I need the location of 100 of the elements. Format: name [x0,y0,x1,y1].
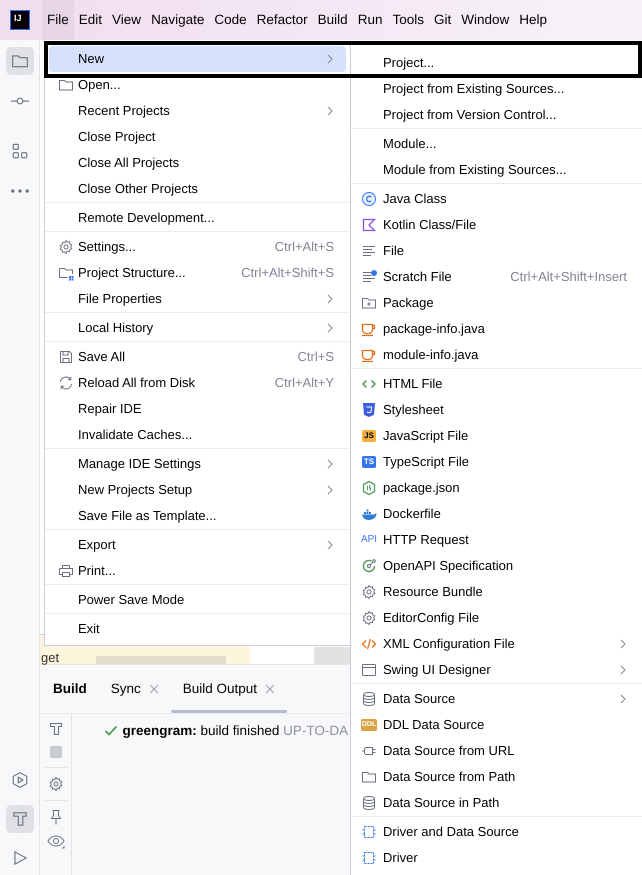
shortcut-text: Ctrl+Alt+Shift+S [240,264,334,282]
cup-icon [361,347,377,363]
menu-item[interactable]: File Properties [49,286,346,312]
menu-item[interactable]: Recent Projects [49,98,346,124]
gear-icon [361,584,377,600]
menu-item[interactable]: Project from Existing Sources... [355,76,639,102]
folder-icon [361,769,377,785]
check-icon [104,724,118,738]
package-folder-icon [361,295,377,311]
menu-bar-item[interactable]: Code [209,0,252,40]
menu-item[interactable]: HTML File [355,371,639,397]
close-icon[interactable] [265,684,276,694]
menu-item[interactable]: module-info.java [355,342,639,368]
app-logo[interactable]: IJ [11,11,29,29]
menu-item[interactable]: Project Structure... Ctrl+Alt+Shift+S [49,260,346,286]
printer-icon [58,563,74,579]
gear-icon[interactable] [48,776,64,792]
cup-icon [361,321,377,337]
eye-icon[interactable] [46,832,64,848]
file-type-label: TS [362,456,376,468]
menu-item[interactable]: File [355,238,639,264]
shortcut-text: Ctrl+Alt+Y [274,374,334,392]
menu-item[interactable]: Kotlin Class/File [355,212,639,238]
menu-item[interactable]: Dockerfile [355,501,639,527]
menu-item[interactable]: New [49,46,346,72]
database-icon [361,795,377,811]
tab[interactable]: Build Output [170,665,288,713]
text-lines-icon [361,269,377,285]
hammer-icon[interactable] [48,720,64,736]
menu-item[interactable]: Close Project [49,124,346,150]
menu-bar-item[interactable]: Run [352,0,388,40]
menu-bar-item[interactable]: Tools [387,0,429,40]
menu-bar-item[interactable]: View [107,0,146,40]
menu-item[interactable]: Data Source in Path [355,790,639,816]
menu-item[interactable]: Local History [49,315,346,341]
scrollbar-thumb[interactable] [96,656,226,664]
menu-item[interactable]: OpenAPI Specification [355,553,639,579]
menu-item[interactable]: Project from Version Control... [355,102,639,128]
code-tag-icon [361,636,377,652]
menu-item[interactable]: EditorConfig File [355,605,639,631]
menu-item[interactable]: Project... [355,50,639,76]
shortcut-text: Ctrl+Alt+S [274,238,334,256]
structure-icon [10,142,28,160]
text-lines-icon [361,243,377,259]
menu-item[interactable]: Data Source [355,686,639,712]
menu-item[interactable]: Stylesheet [355,397,639,423]
menu-item[interactable]: New Projects Setup [49,477,346,503]
menu-bar-item[interactable]: Refactor [252,0,313,40]
menu-item[interactable]: Data Source from Path [355,764,639,790]
menu-item[interactable]: Scratch File Ctrl+Alt+Shift+Insert [355,264,639,290]
menu-item[interactable]: Package [355,290,639,316]
menu-item[interactable]: Power Save Mode [49,587,346,613]
database-icon [361,691,377,707]
menu-item[interactable]: Driver and Data Source [355,819,639,845]
menu-bar-item[interactable]: Window [456,0,514,40]
menu-item[interactable]: Reload All from Disk Ctrl+Alt+Y [49,370,346,396]
tab[interactable]: Sync [98,665,171,713]
menu-item[interactable]: Module... [355,131,639,157]
close-icon[interactable] [148,684,159,694]
menu-bar-item[interactable]: Build [312,0,353,40]
menu-bar-item[interactable]: File [42,0,74,40]
menu-item[interactable]: Module from Existing Sources... [355,157,639,183]
menu-item[interactable]: Repair IDE [49,396,346,422]
menu-item[interactable]: Java Class [355,186,639,212]
menu-item[interactable]: Close All Projects [49,150,346,176]
shield-icon [361,402,377,418]
tool-window-button[interactable] [6,46,34,74]
target-icon [361,558,377,574]
menu-item[interactable]: package.json [355,475,639,501]
menu-item[interactable]: Invalidate Caches... [49,422,346,448]
menu-item[interactable]: API HTTP Request [355,527,639,553]
menu-item[interactable]: Resource Bundle [355,579,639,605]
menu-item[interactable]: package-info.java [355,316,639,342]
pin-icon[interactable] [48,808,64,824]
menu-item[interactable]: Exit [49,616,346,642]
menu-item[interactable]: Close Other Projects [49,176,346,202]
menu-item[interactable]: Export [49,532,346,558]
menu-item[interactable]: Data Source from URL [355,738,639,764]
scrollbar-thumb[interactable] [314,647,350,664]
menu-item[interactable]: Save File as Template... [49,503,346,529]
menu-item[interactable]: Save All Ctrl+S [49,344,346,370]
shortcut-text: Ctrl+Alt+Shift+Insert [509,268,627,286]
menu-item[interactable]: Manage IDE Settings [49,451,346,477]
menu-bar-item[interactable]: Help [514,0,552,40]
menu-item[interactable]: JS JavaScript File [355,423,639,449]
menu-item[interactable]: Driver [355,845,639,871]
more-icon [10,188,28,192]
menu-item[interactable]: TS TypeScript File [355,449,639,475]
tool-window-button[interactable] [6,804,34,833]
menu-item[interactable]: Settings... Ctrl+Alt+S [49,234,346,260]
menu-bar-item[interactable]: Navigate [146,0,210,40]
hexagon-icon [361,480,377,496]
menu-item[interactable]: Remote Development... [49,205,346,231]
menu-item[interactable]: Swing UI Designer [355,657,639,683]
menu-item[interactable]: XML Configuration File [355,631,639,657]
menu-bar-item[interactable]: Git [428,0,456,40]
menu-bar-item[interactable]: Edit [74,0,108,40]
menu-item[interactable]: Open... [49,72,346,98]
menu-item[interactable]: Print... [49,558,346,584]
hammer-icon [10,810,28,828]
